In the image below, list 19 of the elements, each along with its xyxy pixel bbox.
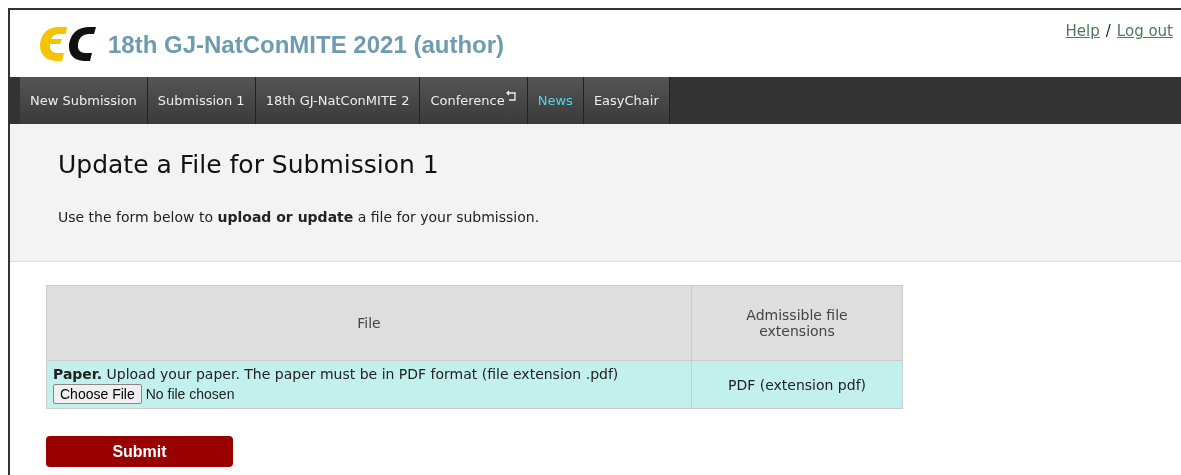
menu-item[interactable]: EasyChair (583, 77, 670, 124)
logout-link[interactable]: Log out (1116, 22, 1173, 40)
help-link[interactable]: Help (1065, 22, 1100, 40)
menu-item[interactable]: News (527, 77, 584, 124)
menu-item[interactable]: Conference (420, 77, 528, 124)
page-heading: Update a File for Submission 1 (58, 150, 440, 179)
column-header: Admissible file extensions (691, 285, 903, 361)
file-description: Paper. Upload your paper. The paper must be in PDF format (file extension .pdf) (53, 366, 620, 382)
intro-text: Use the form below to upload or update a file for your submission. (58, 209, 541, 225)
menu-item[interactable]: New Submission (20, 77, 148, 124)
table-cell: PDF (extension pdf) (691, 360, 903, 409)
choose-file-button[interactable]: Choose File (53, 384, 142, 404)
menu-item[interactable]: 18th GJ-NatConMITE 2 (255, 77, 421, 124)
separator-text: / (1105, 22, 1111, 40)
file-status: No file chosen (145, 386, 235, 402)
conference-title: 18th GJ-NatConMITE 2021 (author) (108, 30, 505, 59)
submit-button[interactable]: Submit (46, 436, 233, 467)
menu-item[interactable]: Submission 1 (147, 77, 256, 124)
column-header: File (46, 285, 692, 361)
